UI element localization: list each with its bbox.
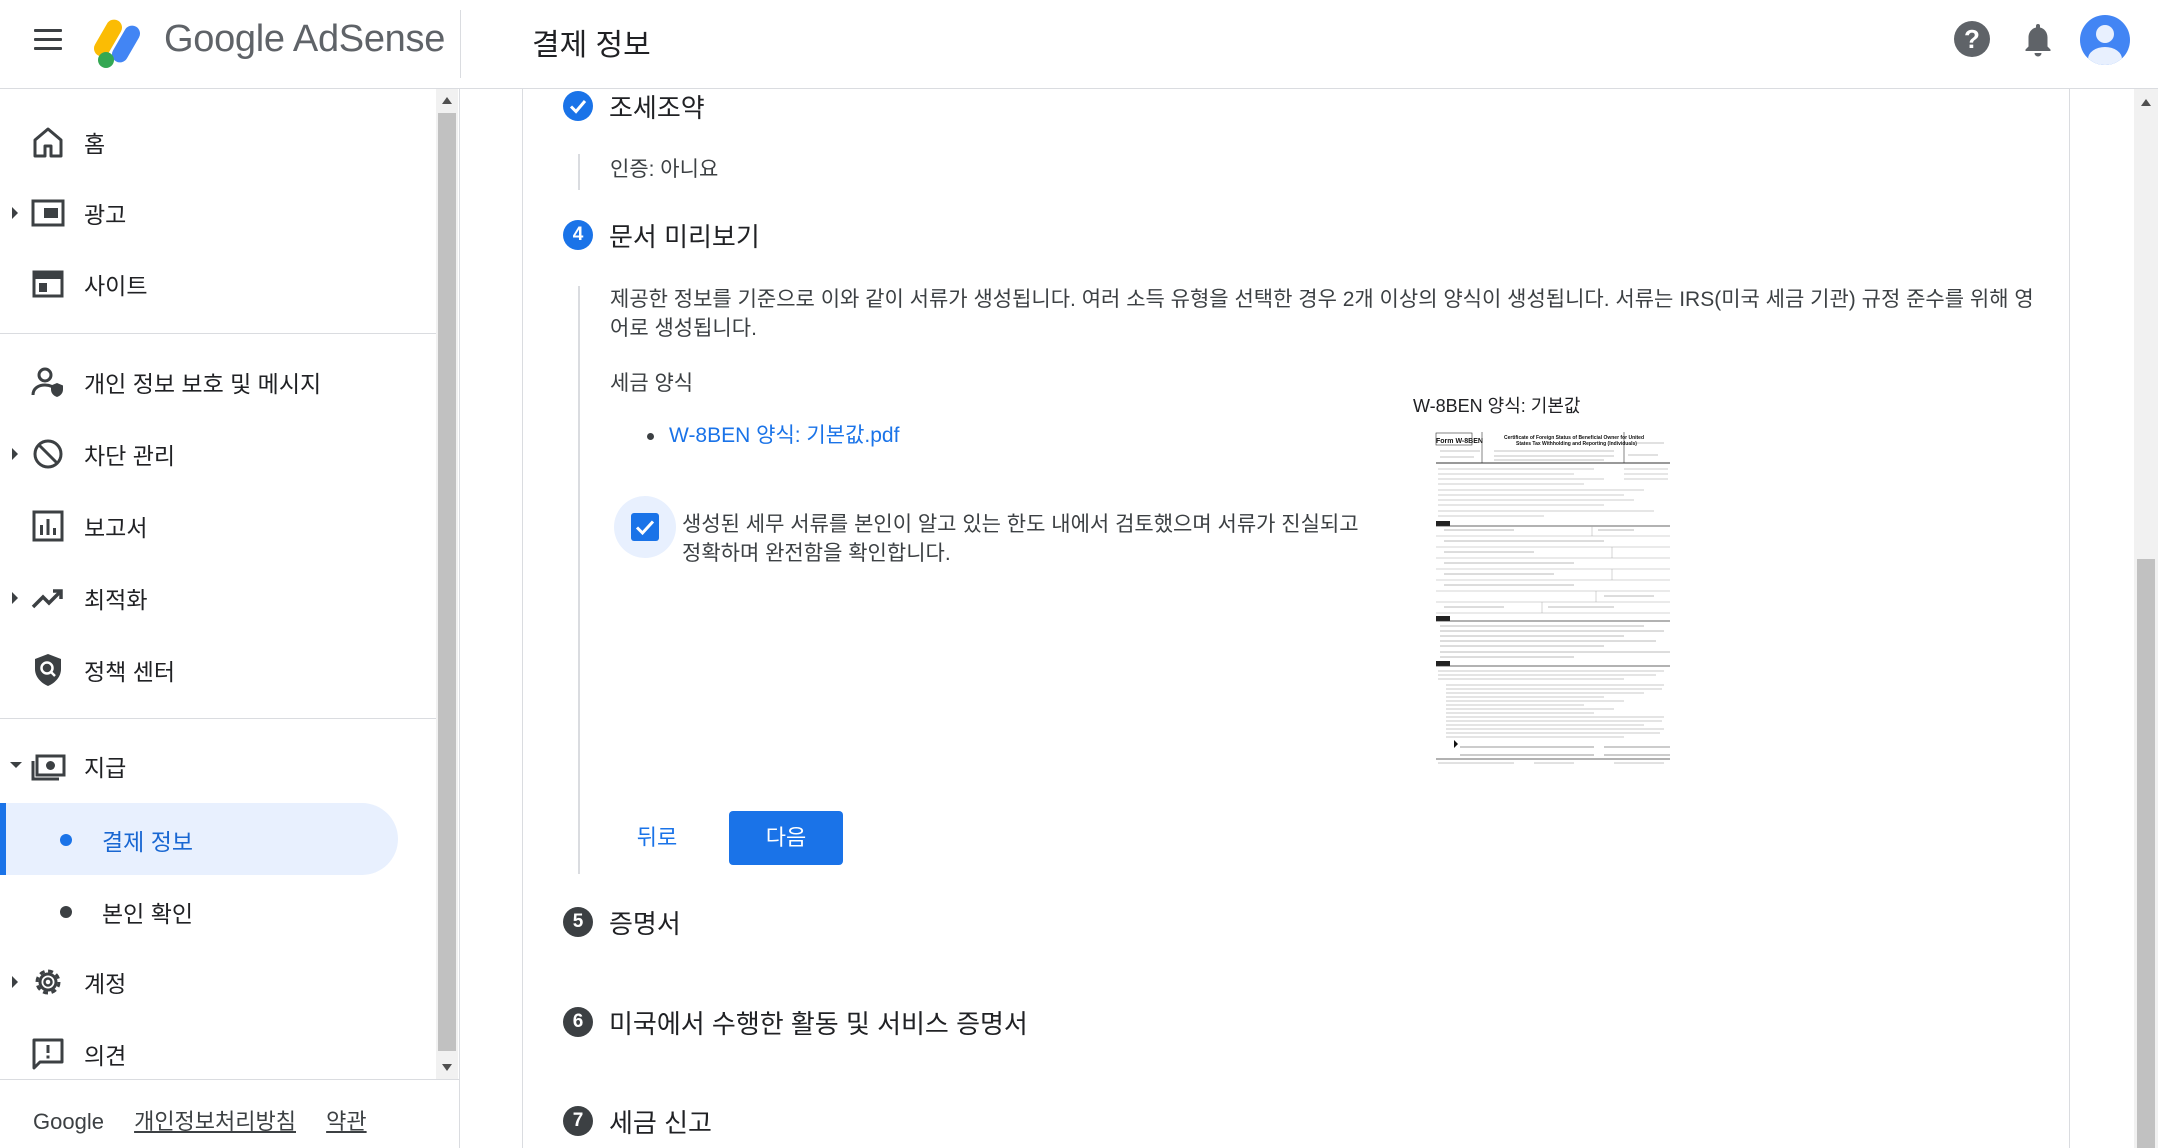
main-scrollbar[interactable] (2134, 89, 2158, 1148)
collapse-arrow-icon[interactable] (10, 762, 22, 768)
sidebar-subitem-verification[interactable]: 본인 확인 (0, 875, 398, 947)
reports-icon (32, 510, 64, 542)
sidebar-subitem-payment-info[interactable]: 결제 정보 (0, 803, 398, 875)
sidebar-item-optimization[interactable]: 최적화 (0, 563, 436, 633)
w8ben-document-thumbnail[interactable]: Form W-8BEN Certificate of Foreign Statu… (1424, 429, 1676, 769)
step-number-badge: 6 (563, 1007, 593, 1037)
expand-arrow-icon[interactable] (12, 207, 18, 219)
step-connector-line (578, 154, 580, 190)
sidebar-item-label: 계정 (84, 971, 127, 997)
feedback-icon (32, 1038, 64, 1070)
app-header: Google AdSense 결제 정보 ? (0, 0, 2158, 89)
step-connector-line (578, 286, 580, 874)
step-number-badge: 4 (563, 220, 593, 250)
step-title-document-preview[interactable]: 문서 미리보기 (609, 217, 760, 254)
adsense-logo (94, 19, 140, 68)
notifications-bell-icon[interactable] (2020, 20, 2056, 60)
sidebar-item-label: 개인 정보 보호 및 메시지 (84, 371, 322, 397)
sidebar-item-payments[interactable]: 지급 (0, 731, 436, 801)
expand-arrow-icon[interactable] (12, 448, 18, 460)
preview-description: 제공한 정보를 기준으로 이와 같이 서류가 생성됩니다. 여러 소득 유형을 … (610, 288, 2034, 340)
privacy-policy-link[interactable]: 개인정보처리방침 (134, 1109, 296, 1134)
confirm-statement[interactable]: 생성된 세무 서류를 본인이 알고 있는 한도 내에서 검토했으며 서류가 진실… (682, 510, 1382, 568)
expand-arrow-icon[interactable] (12, 592, 18, 604)
step-title-tax-filing[interactable]: 세금 신고 (609, 1103, 712, 1140)
scroll-up-arrow-icon[interactable] (2141, 99, 2151, 106)
tax-treaty-detail: 인증: 아니요 (610, 158, 719, 181)
nav-divider (0, 333, 436, 334)
sidebar-item-home[interactable]: 홈 (0, 107, 436, 177)
sidebar-item-ads[interactable]: 광고 (0, 178, 436, 248)
document-preview-image: Form W-8BEN Certificate of Foreign Statu… (1427, 432, 1673, 766)
help-icon[interactable]: ? (1954, 21, 1990, 57)
sidebar-item-blocking-controls[interactable]: 차단 관리 (0, 419, 436, 489)
svg-text:States Tax Withholding and Rep: States Tax Withholding and Reporting (In… (1516, 441, 1637, 447)
sidebar-item-reports[interactable]: 보고서 (0, 491, 436, 561)
home-icon (33, 127, 63, 158)
check-circle-icon (563, 91, 593, 121)
sidebar-item-sites[interactable]: 사이트 (0, 249, 436, 319)
next-button[interactable]: 다음 (729, 811, 843, 865)
gear-icon (35, 969, 61, 995)
back-button[interactable]: 뒤로 (620, 812, 694, 864)
sidebar-subitem-label: 본인 확인 (102, 901, 194, 927)
ads-icon (31, 199, 65, 227)
avatar-person-icon (2088, 25, 2122, 65)
step-title-certificate[interactable]: 증명서 (609, 904, 681, 941)
step-title-tax-treaty[interactable]: 조세조약 (609, 88, 705, 125)
block-icon (33, 439, 63, 469)
svg-text:Form W-8BEN: Form W-8BEN (1436, 438, 1483, 445)
trending-up-icon (31, 589, 63, 609)
payments-icon (31, 754, 66, 781)
sidebar-item-privacy-messaging[interactable]: 개인 정보 보호 및 메시지 (0, 347, 436, 417)
account-avatar[interactable] (2080, 15, 2130, 65)
sidebar-item-label: 최적화 (84, 587, 148, 613)
scrollbar-thumb[interactable] (438, 113, 456, 1051)
sidebar-item-label: 지급 (84, 755, 127, 781)
checkbox-box (631, 513, 659, 541)
sites-icon (32, 270, 64, 298)
sidebar-item-label: 정책 센터 (84, 659, 176, 685)
sidebar-nav: 홈 광고 사이트 개인 정보 보호 및 메시지 차단 관리 보고서 최적화 정책… (0, 89, 436, 1148)
w8ben-pdf-link[interactable]: W-8BEN 양식: 기본값.pdf (669, 421, 899, 450)
sidebar-footer: Google 개인정보처리방침 약관 (33, 1104, 367, 1136)
sidebar-subitem-label: 결제 정보 (102, 829, 194, 855)
footer-divider (0, 1079, 459, 1080)
scrollbar-thumb[interactable] (2137, 559, 2155, 1148)
confirm-checkbox[interactable] (614, 496, 676, 558)
sidebar-item-label: 사이트 (84, 273, 148, 299)
page-title: 결제 정보 (532, 29, 651, 62)
bullet-dot (60, 834, 72, 846)
document-thumbnail-title: W-8BEN 양식: 기본값 (1413, 396, 1581, 416)
header-divider (460, 10, 461, 78)
sidebar-item-label: 보고서 (84, 515, 148, 541)
sidebar-item-label: 의견 (84, 1043, 127, 1069)
step-number-badge: 5 (563, 907, 593, 937)
step-number-badge: 7 (563, 1106, 593, 1136)
google-wordmark: Google (33, 1109, 104, 1134)
sidebar-item-label: 광고 (84, 202, 127, 228)
bullet-dot (60, 906, 72, 918)
scroll-down-arrow-icon[interactable] (442, 1064, 452, 1071)
sidebar-item-label: 차단 관리 (84, 443, 176, 469)
hamburger-menu-icon[interactable] (30, 22, 66, 58)
step-title-us-activities[interactable]: 미국에서 수행한 활동 및 서비스 증명서 (609, 1004, 1028, 1041)
checkmark-icon (635, 520, 655, 536)
sidebar-item-label: 홈 (84, 131, 106, 157)
sidebar-item-account[interactable]: 계정 (0, 947, 436, 1017)
tax-forms-heading: 세금 양식 (610, 372, 694, 395)
sidebar-item-policy-center[interactable]: 정책 센터 (0, 635, 436, 705)
expand-arrow-icon[interactable] (12, 976, 18, 988)
brand-name: Google AdSense (164, 18, 446, 60)
sidebar-scrollbar[interactable] (436, 89, 458, 1079)
policy-center-icon (35, 654, 61, 686)
nav-divider (0, 718, 436, 719)
privacy-messaging-icon (31, 367, 63, 397)
sidebar-divider (459, 89, 460, 1148)
terms-link[interactable]: 약관 (326, 1109, 366, 1134)
scroll-up-arrow-icon[interactable] (442, 97, 452, 104)
list-bullet (647, 433, 654, 440)
